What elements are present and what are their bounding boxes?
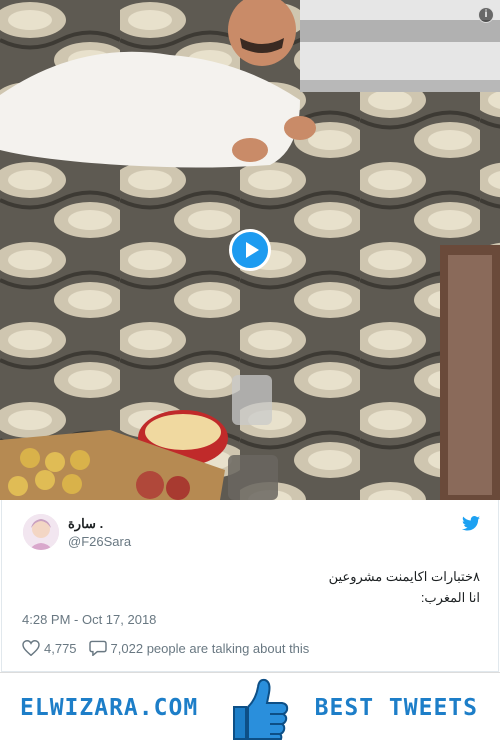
site-name[interactable]: ELWIZARA.COM (20, 695, 198, 721)
like-action[interactable]: 4,775 (22, 640, 77, 656)
video-player[interactable]: i (0, 0, 500, 500)
tweet-card[interactable]: سارة . @F26Sara ٨ختبارات اكايمنت مشروعين… (1, 500, 499, 672)
user-handle[interactable]: @F26Sara (68, 534, 131, 549)
talking-about-text: 7,022 people are talking about this (110, 640, 310, 656)
like-count: 4,775 (44, 640, 77, 656)
conversation-action[interactable]: 7,022 people are talking about this (88, 640, 310, 656)
play-icon (246, 242, 259, 258)
avatar[interactable] (23, 514, 59, 550)
play-button[interactable] (229, 229, 271, 271)
comment-icon (88, 640, 107, 656)
tweet-text-line-2: انا المغرب: (420, 590, 480, 605)
display-name[interactable]: سارة . (68, 516, 103, 532)
tweet-text-line-1: ٨ختبارات اكايمنت مشروعين (328, 569, 480, 584)
tweet-timestamp[interactable]: 4:28 PM - Oct 17, 2018 (22, 612, 156, 627)
twitter-bird-icon[interactable] (462, 516, 480, 531)
best-tweets-label: BEST TWEETS (314, 695, 478, 721)
heart-icon (22, 640, 40, 656)
site-banner: ELWIZARA.COM BEST TWEETS (0, 672, 500, 745)
info-icon[interactable]: i (478, 7, 494, 23)
tweet-actions: 4,775 7,022 people are talking about thi… (22, 639, 321, 657)
tweet-text: ٨ختبارات اكايمنت مشروعين انا المغرب: (40, 566, 480, 608)
thumbs-up-icon (233, 678, 289, 740)
